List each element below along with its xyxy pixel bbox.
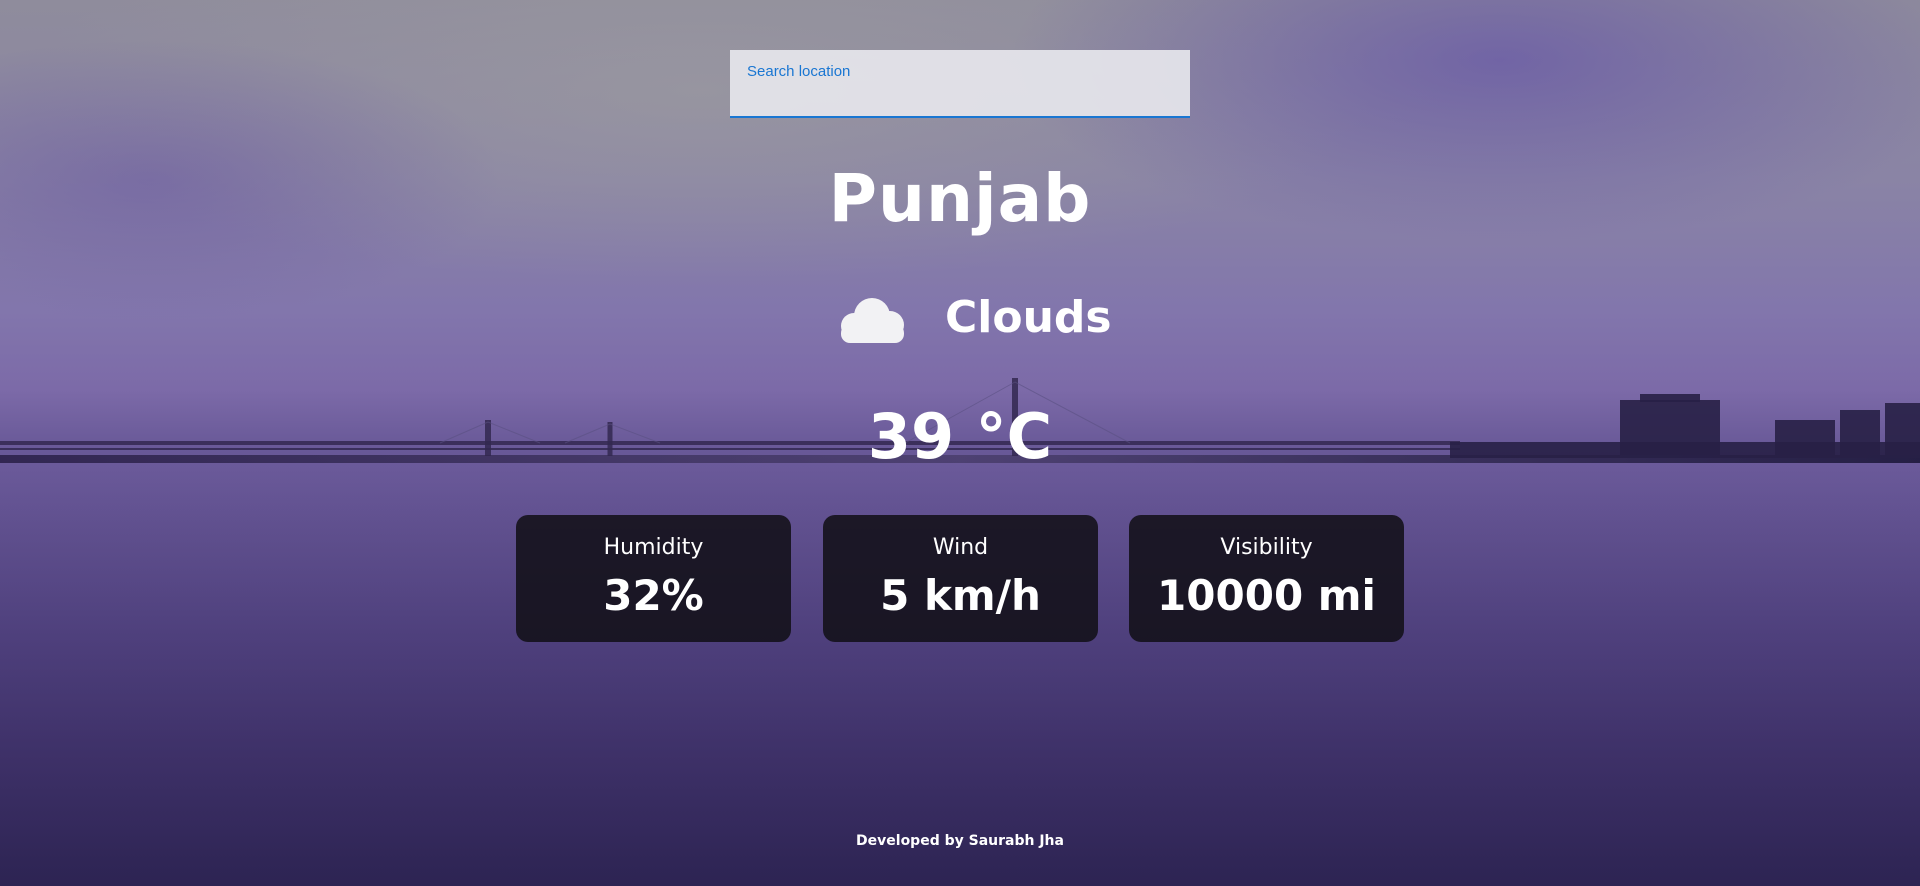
cloud-icon [841, 298, 904, 343]
humidity-value: 32% [603, 571, 704, 620]
visibility-value: 10000 mi [1157, 571, 1376, 620]
humidity-label: Humidity [603, 535, 704, 560]
city-name: Punjab [828, 160, 1092, 237]
humidity-card: Humidity 32% [516, 515, 791, 642]
temperature: 39 °C [867, 400, 1053, 473]
visibility-card: Visibility 10000 mi [1129, 515, 1404, 642]
search-input[interactable] [745, 60, 1179, 82]
visibility-label: Visibility [1220, 535, 1313, 560]
search-box[interactable] [730, 50, 1190, 118]
weather-condition: Clouds [945, 292, 1112, 343]
weather-condition-row: Clouds [0, 288, 1920, 348]
footer-credit: Developed by Saurabh Jha [856, 833, 1064, 849]
wind-value: 5 km/h [880, 571, 1041, 620]
wind-card: Wind 5 km/h [823, 515, 1098, 642]
wind-label: Wind [932, 535, 989, 560]
